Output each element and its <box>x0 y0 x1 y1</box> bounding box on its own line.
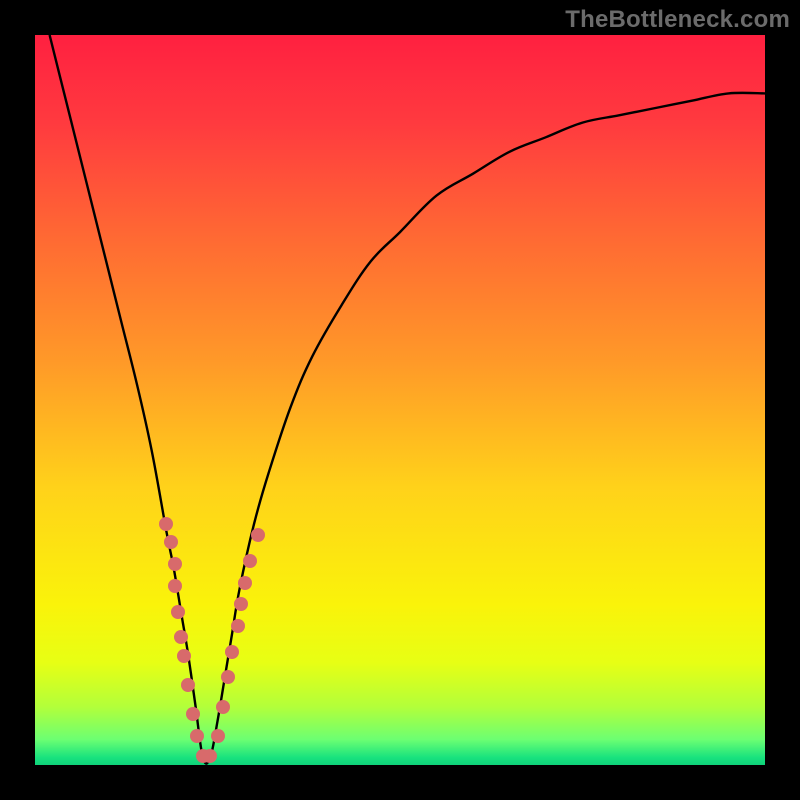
marker-dot <box>238 576 252 590</box>
marker-dot <box>171 605 185 619</box>
plot-area <box>35 35 765 765</box>
marker-dot <box>186 707 200 721</box>
marker-dot <box>243 554 257 568</box>
marker-dot <box>251 528 265 542</box>
marker-dot <box>221 670 235 684</box>
chart-frame: TheBottleneck.com <box>0 0 800 800</box>
marker-dot <box>211 729 225 743</box>
marker-dot <box>177 649 191 663</box>
marker-dot <box>181 678 195 692</box>
marker-dot <box>225 645 239 659</box>
marker-dot <box>216 700 230 714</box>
watermark-text: TheBottleneck.com <box>565 6 790 34</box>
background-gradient <box>35 35 765 765</box>
marker-dot <box>190 729 204 743</box>
